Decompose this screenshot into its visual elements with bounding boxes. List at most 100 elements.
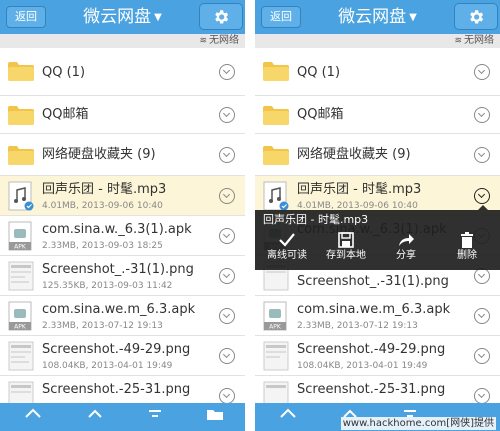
folder-row[interactable]: QQ邮箱: [255, 96, 500, 134]
image-thumbnail-icon: [8, 261, 34, 291]
folder-name: QQ邮箱: [297, 107, 344, 122]
collapse-icon[interactable]: [86, 407, 104, 421]
network-status: ≋ 无网络: [199, 34, 239, 48]
file-name: Screenshot.-25-31.png: [297, 382, 446, 397]
chevron-down-icon[interactable]: [219, 388, 235, 404]
left-screen: 返回 微云网盘 ▼ ≋ 无网络 QQ (1) QQ邮箱 网络硬盘收藏夹 (9) 回声…: [0, 0, 245, 431]
save-local-label: 存到本地: [326, 250, 366, 261]
chevron-down-icon[interactable]: [219, 348, 235, 364]
image-thumbnail-icon: [263, 341, 289, 371]
folder-icon: [8, 146, 34, 165]
file-name: Screenshot.-25-31.png: [42, 382, 191, 397]
chevron-down-icon[interactable]: [474, 64, 490, 80]
network-status-label: 无网络: [209, 35, 239, 46]
file-row[interactable]: APK com.sina.we.m_6.3.apk 2.33MB, 2013-0…: [0, 296, 245, 336]
folder-icon: [8, 106, 34, 125]
header-bar: 返回 微云网盘 ▼: [255, 0, 500, 34]
delete-button[interactable]: 删除: [437, 232, 497, 270]
folder-row[interactable]: QQ邮箱: [0, 96, 245, 134]
status-bar: ≋ 无网络: [255, 34, 500, 48]
music-file-icon: [263, 181, 289, 211]
folder-icon: [263, 62, 289, 81]
folder-name: 网络硬盘收藏夹 (9): [42, 147, 156, 162]
upload-icon[interactable]: [24, 407, 42, 421]
wifi-off-icon: ≋: [199, 36, 207, 46]
chevron-down-icon[interactable]: [219, 228, 235, 244]
delete-label: 删除: [457, 250, 477, 261]
chevron-down-icon[interactable]: [474, 388, 490, 404]
share-icon: [399, 234, 414, 246]
file-name: Screenshot_.-31(1).png: [42, 262, 194, 277]
image-thumbnail-icon: [8, 341, 34, 371]
file-row[interactable]: APK com.sina.we.m_6.3.apk 2.33MB, 2013-0…: [255, 296, 500, 336]
file-name: com.sina.we.m_6.3.apk: [297, 302, 451, 317]
file-action-popup: 回声乐团 - 时髦.mp3 离线可读 存到本地 分享 删除: [255, 205, 500, 270]
chevron-down-icon[interactable]: [219, 147, 235, 163]
file-meta: 2.33MB, 2013-07-12 19:13: [42, 321, 163, 331]
title-text: 微云网盘: [83, 7, 152, 27]
network-status-label: 无网络: [464, 35, 494, 46]
folder-row[interactable]: QQ (1): [255, 48, 500, 96]
chevron-down-icon[interactable]: [474, 308, 490, 324]
file-row[interactable]: Screenshot.-49-29.png 108.04KB, 2013-04-…: [255, 336, 500, 376]
chevron-down-icon[interactable]: [474, 348, 490, 364]
folder-icon: [263, 146, 289, 165]
chevron-down-icon[interactable]: [474, 268, 490, 284]
check-icon: [279, 233, 295, 247]
chevron-down-icon[interactable]: [219, 64, 235, 80]
settings-button[interactable]: [199, 3, 243, 30]
title-text: 微云网盘: [338, 7, 407, 27]
file-row[interactable]: Screenshot.-49-29.png 108.04KB, 2013-04-…: [0, 336, 245, 376]
file-row[interactable]: Screenshot_.-31(1).png 125.35KB, 2013-09…: [0, 256, 245, 296]
folder-row[interactable]: QQ (1): [0, 48, 245, 96]
file-meta: 4.01MB, 2013-09-06 10:40: [42, 201, 163, 211]
save-icon: [338, 232, 354, 248]
apk-file-icon: APK: [8, 301, 32, 331]
folder-row[interactable]: 网络硬盘收藏夹 (9): [255, 134, 500, 176]
svg-text:APK: APK: [14, 324, 27, 331]
file-name: Screenshot.-49-29.png: [297, 342, 446, 357]
chevron-down-icon[interactable]: ▼: [154, 12, 162, 23]
gear-icon: [215, 9, 229, 23]
chevron-down-icon[interactable]: [219, 107, 235, 123]
status-bar: ≋ 无网络: [0, 34, 245, 48]
sort-icon[interactable]: [146, 407, 164, 421]
share-button[interactable]: 分享: [376, 232, 436, 270]
file-name: Screenshot.-49-29.png: [42, 342, 191, 357]
gear-icon: [470, 9, 484, 23]
chevron-down-icon[interactable]: [219, 308, 235, 324]
file-name: 回声乐团 - 时髦.mp3: [297, 182, 422, 197]
share-label: 分享: [396, 250, 416, 261]
file-meta: 108.04KB, 2013-04-01 19:49: [42, 361, 173, 371]
chevron-down-icon[interactable]: [474, 147, 490, 163]
chevron-down-icon[interactable]: [219, 268, 235, 284]
wifi-off-icon: ≋: [454, 36, 462, 46]
network-status: ≋ 无网络: [454, 34, 494, 48]
chevron-down-icon[interactable]: ▼: [409, 12, 417, 23]
folder-icon: [263, 106, 289, 125]
chevron-down-icon[interactable]: [219, 188, 235, 204]
file-meta: 2.33MB, 2013-09-03 18:25: [42, 241, 163, 251]
folder-name: QQ (1): [297, 65, 341, 80]
bottom-toolbar: [0, 403, 245, 431]
screen-divider: [245, 0, 255, 431]
folder-row[interactable]: 网络硬盘收藏夹 (9): [0, 134, 245, 176]
chevron-down-icon[interactable]: [474, 188, 490, 204]
popup-title: 回声乐团 - 时髦.mp3: [263, 213, 369, 226]
upload-icon[interactable]: [279, 407, 297, 421]
settings-button[interactable]: [454, 3, 498, 30]
offline-read-button[interactable]: 离线可读: [257, 232, 317, 270]
right-screen: 返回 微云网盘 ▼ ≋ 无网络 QQ (1) QQ邮箱 网络硬盘收藏夹 (9) 回声…: [255, 0, 500, 431]
file-meta: 108.04KB, 2013-04-01 19:49: [297, 361, 428, 371]
save-local-button[interactable]: 存到本地: [316, 232, 376, 270]
file-name: 回声乐团 - 时髦.mp3: [42, 182, 167, 197]
music-file-icon: [8, 181, 34, 211]
chevron-down-icon[interactable]: [474, 107, 490, 123]
folder-name: QQ邮箱: [42, 107, 89, 122]
folder-name: QQ (1): [42, 65, 86, 80]
svg-text:APK: APK: [14, 244, 27, 251]
folder-add-icon[interactable]: [206, 407, 224, 421]
header-bar: 返回 微云网盘 ▼: [0, 0, 245, 34]
file-row[interactable]: 回声乐团 - 时髦.mp3 4.01MB, 2013-09-06 10:40: [0, 176, 245, 216]
file-row[interactable]: APK com.sina.w._6.3(1).apk 2.33MB, 2013-…: [0, 216, 245, 256]
